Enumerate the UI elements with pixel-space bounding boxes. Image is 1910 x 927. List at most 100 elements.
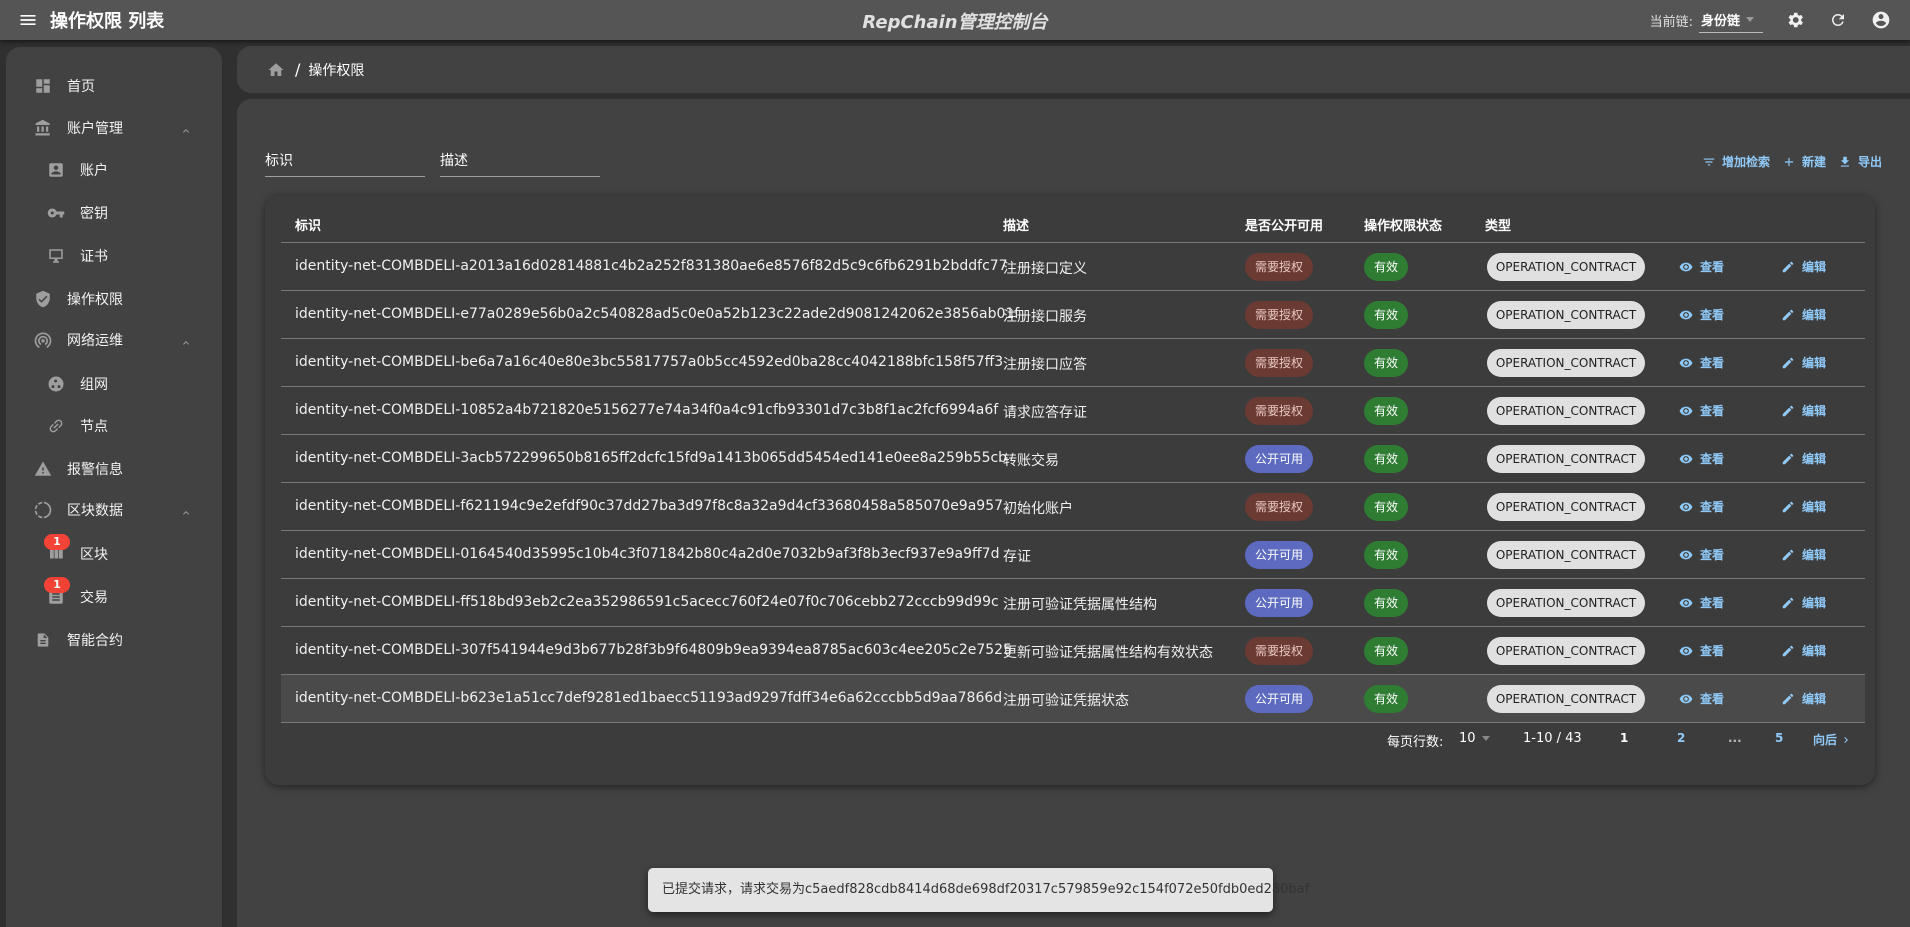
sidebar-item-network-ops[interactable]: 网络运维 <box>6 323 222 357</box>
download-icon <box>1840 156 1850 167</box>
table-row[interactable]: identity-net-COMBDELI-a2013a16d02814881c… <box>281 243 1865 291</box>
sidebar-item-key[interactable]: 密钥 <box>6 196 222 230</box>
eye-icon <box>1679 550 1693 559</box>
view-button[interactable]: 查看 <box>1679 306 1724 323</box>
export-button[interactable]: 导出 <box>1838 153 1882 170</box>
sidebar-item-label: 智能合约 <box>67 633 123 649</box>
sidebar-item-contract[interactable]: 智能合约 <box>6 623 222 657</box>
valid-status-chip: 有效 <box>1364 637 1408 665</box>
next-page-button[interactable]: 向后 <box>1813 731 1852 748</box>
header-desc[interactable]: 描述 <box>1003 215 1029 234</box>
valid-status-chip: 有效 <box>1364 349 1408 377</box>
view-button[interactable]: 查看 <box>1679 690 1724 707</box>
snackbar-message: 已提交请求，请求交易为c5aedf828cdb8414d68de698df203… <box>648 868 1309 912</box>
page-2-button[interactable]: 2 <box>1677 731 1685 745</box>
edit-label: 编辑 <box>1802 308 1827 322</box>
header-type[interactable]: 类型 <box>1485 215 1511 234</box>
sidebar-item-account[interactable]: 账户 <box>6 153 222 187</box>
edit-button[interactable]: 编辑 <box>1781 642 1826 659</box>
desc-filter-input[interactable]: 描述 <box>440 151 600 177</box>
view-button[interactable]: 查看 <box>1679 642 1724 659</box>
sidebar-item-home[interactable]: 首页 <box>6 69 222 103</box>
breadcrumb-separator: / <box>295 60 301 79</box>
account-circle-icon[interactable] <box>1870 9 1892 31</box>
table-row[interactable]: identity-net-COMBDELI-f621194c9e2efdf90c… <box>281 483 1865 531</box>
header-status[interactable]: 操作权限状态 <box>1364 215 1442 234</box>
sidebar-item-network[interactable]: 组网 <box>6 367 222 401</box>
sidebar-item-certificate[interactable]: 证书 <box>6 239 222 273</box>
sidebar-item-alarm[interactable]: 报警信息 <box>6 452 222 486</box>
view-button[interactable]: 查看 <box>1679 450 1724 467</box>
eye-icon <box>1679 598 1693 607</box>
table-row[interactable]: identity-net-COMBDELI-e77a0289e56b0a2c54… <box>281 291 1865 339</box>
chevron-up-icon <box>180 504 192 523</box>
add-search-button[interactable]: 增加检索 <box>1702 153 1770 170</box>
table-row[interactable]: identity-net-COMBDELI-be6a7a16c40e80e3bc… <box>281 339 1865 387</box>
account-box-icon <box>46 160 66 180</box>
new-button[interactable]: 新建 <box>1782 153 1826 170</box>
table-row[interactable]: identity-net-COMBDELI-0164540d35995c10b4… <box>281 531 1865 579</box>
rows-per-page-label: 每页行数: <box>1387 735 1444 750</box>
table-row[interactable]: identity-net-COMBDELI-b623e1a51cc7def928… <box>281 675 1865 723</box>
export-label: 导出 <box>1857 155 1882 169</box>
breadcrumb-current: 操作权限 <box>308 62 365 79</box>
table-row[interactable]: identity-net-COMBDELI-10852a4b721820e515… <box>281 387 1865 435</box>
edit-button[interactable]: 编辑 <box>1781 258 1826 275</box>
edit-button[interactable]: 编辑 <box>1781 594 1826 611</box>
edit-button[interactable]: 编辑 <box>1781 690 1826 707</box>
public-status-chip: 需要授权 <box>1245 253 1313 281</box>
view-label: 查看 <box>1700 596 1725 610</box>
edit-button[interactable]: 编辑 <box>1781 498 1826 515</box>
sidebar-item-node[interactable]: 节点 <box>6 409 222 443</box>
view-button[interactable]: 查看 <box>1679 546 1724 563</box>
header-public[interactable]: 是否公开可用 <box>1245 215 1323 234</box>
sidebar-item-label: 证书 <box>80 249 108 265</box>
pencil-icon <box>1782 357 1794 368</box>
sidebar-item-block[interactable]: 1 区块 <box>6 534 222 571</box>
view-label: 查看 <box>1700 548 1725 562</box>
page-5-button[interactable]: 5 <box>1775 731 1783 745</box>
view-button[interactable]: 查看 <box>1679 258 1724 275</box>
sidebar-item-operation[interactable]: 操作权限 <box>6 282 222 316</box>
type-chip: OPERATION_CONTRACT <box>1487 685 1645 713</box>
rows-per-page-select[interactable]: 10 <box>1459 731 1490 746</box>
edit-button[interactable]: 编辑 <box>1781 402 1826 419</box>
sidebar-item-account-mgmt[interactable]: 账户管理 <box>6 111 222 145</box>
chain-select[interactable]: 身份链 <box>1699 7 1763 33</box>
pencil-icon <box>1782 597 1794 608</box>
view-label: 查看 <box>1700 452 1725 466</box>
chevron-down-icon <box>1481 736 1490 741</box>
edit-button[interactable]: 编辑 <box>1781 546 1826 563</box>
sidebar-item-label: 首页 <box>67 79 95 95</box>
menu-icon[interactable] <box>16 8 40 32</box>
signal-icon <box>33 330 53 350</box>
plus-icon <box>1784 157 1794 166</box>
view-button[interactable]: 查看 <box>1679 594 1724 611</box>
type-chip: OPERATION_CONTRACT <box>1487 397 1645 425</box>
public-status-chip: 需要授权 <box>1245 397 1313 425</box>
view-button[interactable]: 查看 <box>1679 498 1724 515</box>
rows-per-page-value: 10 <box>1459 731 1476 746</box>
settings-gear-icon[interactable] <box>1784 9 1806 31</box>
id-filter-input[interactable]: 标识 <box>265 151 425 177</box>
edit-button[interactable]: 编辑 <box>1781 450 1826 467</box>
edit-button[interactable]: 编辑 <box>1781 306 1826 323</box>
sidebar-item-block-data[interactable]: 区块数据 <box>6 493 222 527</box>
view-button[interactable]: 查看 <box>1679 402 1724 419</box>
sidebar-item-label: 报警信息 <box>67 462 123 478</box>
refresh-icon[interactable] <box>1827 9 1849 31</box>
edit-button[interactable]: 编辑 <box>1781 354 1826 371</box>
page-1-button[interactable]: 1 <box>1620 731 1628 745</box>
edit-label: 编辑 <box>1802 644 1827 658</box>
table-row[interactable]: identity-net-COMBDELI-307f541944e9d3b677… <box>281 627 1865 675</box>
table-row[interactable]: identity-net-COMBDELI-ff518bd93eb2c2ea35… <box>281 579 1865 627</box>
row-desc: 注册接口服务 <box>1003 309 1087 325</box>
row-desc: 请求应答存证 <box>1003 405 1087 421</box>
header-id[interactable]: 标识 <box>295 215 321 234</box>
table-row[interactable]: identity-net-COMBDELI-3acb572299650b8165… <box>281 435 1865 483</box>
home-icon[interactable] <box>267 61 285 79</box>
sidebar-item-label: 交易 <box>80 590 108 606</box>
view-button[interactable]: 查看 <box>1679 354 1724 371</box>
sidebar-item-transaction[interactable]: 1 交易 <box>6 577 222 614</box>
row-id: identity-net-COMBDELI-b623e1a51cc7def928… <box>295 690 1003 706</box>
